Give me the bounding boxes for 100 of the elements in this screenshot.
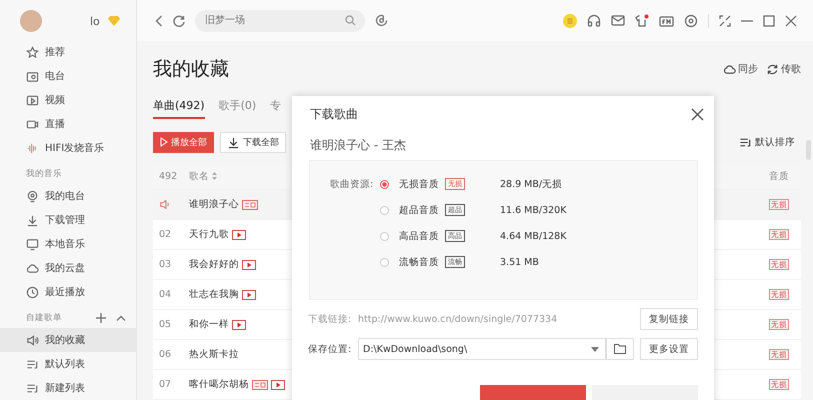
scrollbar[interactable] [806, 140, 811, 160]
track-number: 03 [159, 259, 172, 270]
track-number: 04 [159, 289, 172, 300]
list-icon [26, 382, 39, 394]
play-all-button[interactable]: 播放全部 [153, 132, 214, 152]
radio-button[interactable] [380, 180, 389, 188]
sidebar-item[interactable]: 默认列表 [0, 352, 136, 376]
option-label[interactable]: 流畅音质 [399, 256, 445, 268]
mv-icon[interactable] [242, 260, 256, 270]
song-title: 和你一样 [189, 318, 229, 331]
close-icon[interactable] [785, 14, 797, 26]
mv-icon[interactable] [242, 290, 256, 300]
wave-icon [26, 142, 39, 154]
file-size: 28.9 MB/无损 [500, 178, 562, 190]
monitor-icon [26, 238, 39, 250]
track-number: 05 [159, 319, 172, 330]
column-header: 492 [158, 170, 178, 182]
radio-button[interactable] [380, 232, 389, 240]
track-number: 02 [159, 229, 172, 240]
sidebar-item[interactable]: 新建列表 [0, 376, 136, 400]
sidebar-item[interactable]: 推荐 [0, 40, 136, 64]
tab[interactable]: 单曲(492) [153, 97, 205, 119]
download-icon [26, 214, 39, 226]
fm-icon[interactable] [659, 14, 674, 26]
cloud-icon [26, 262, 39, 274]
music-recognition-icon[interactable] [375, 14, 388, 27]
song-title: 喀什噶尔胡杨 [189, 378, 249, 391]
sort-button[interactable]: 默认排序 [733, 134, 801, 150]
song-title: 热火斯卡拉 [189, 348, 239, 361]
section-title: 自建歌单 [26, 312, 63, 324]
dialog-title: 下载歌曲 [310, 106, 358, 122]
folder-icon [614, 344, 626, 354]
plus-icon[interactable] [96, 313, 106, 323]
header-action[interactable]: 传歌 [758, 62, 801, 76]
cloud-icon [723, 62, 736, 76]
option-label[interactable]: 超品音质 [399, 204, 445, 216]
section-title: 我的音乐 [26, 168, 63, 180]
video-icon [26, 94, 39, 106]
radio-icon [26, 70, 39, 82]
field-label: 歌曲资源: [330, 178, 374, 192]
search-field[interactable]: 旧梦一场 [195, 10, 365, 32]
mv-icon[interactable] [232, 230, 246, 240]
radio-button[interactable] [380, 258, 389, 266]
sidebar-item[interactable]: 本地音乐 [0, 232, 136, 256]
file-size: 11.6 MB/320K [500, 204, 566, 216]
song-title: 我会好好的 [189, 258, 239, 271]
star-icon [26, 46, 39, 58]
sidebar-item[interactable]: 视频 [0, 88, 136, 112]
clock-icon [26, 286, 39, 298]
play-icon [160, 137, 168, 147]
close-icon[interactable] [691, 108, 704, 120]
field-label: 保存位置: [308, 342, 352, 356]
collapse-icon[interactable] [116, 315, 126, 321]
pin-icon [26, 190, 39, 202]
refresh-icon[interactable] [173, 14, 185, 26]
headphones-icon[interactable] [587, 14, 601, 27]
option-label[interactable]: 高品音质 [399, 230, 445, 242]
mini-mode-icon[interactable] [719, 14, 731, 26]
sidebar-item[interactable]: 直播 [0, 112, 136, 136]
track-number: 06 [159, 349, 172, 360]
song-title: 谁明浪子心 [189, 198, 239, 211]
camera-icon [26, 118, 39, 130]
speaker-icon [159, 199, 171, 210]
radio-button[interactable] [380, 206, 389, 214]
track-number: 07 [159, 379, 172, 390]
list-icon [739, 136, 752, 148]
page-title: 我的收藏 [153, 57, 229, 82]
maximize-icon[interactable] [763, 14, 775, 26]
copy-link-button[interactable]: 复制链接 [640, 308, 698, 330]
header-action[interactable]: 同步 [715, 62, 758, 76]
mv-icon[interactable] [271, 380, 285, 390]
sidebar-item[interactable]: 我的云盘 [0, 256, 136, 280]
sidebar-item[interactable]: 我的收藏 [0, 328, 136, 352]
song-title: 天行九歌 [189, 228, 229, 241]
sidebar-item[interactable]: 下载管理 [0, 208, 136, 232]
download-all-button[interactable]: 下载全部 [220, 132, 286, 152]
download-icon [227, 136, 240, 148]
mail-icon[interactable] [611, 15, 625, 26]
more-settings-button[interactable]: 更多设置 [640, 338, 698, 360]
dropdown-icon [591, 346, 599, 352]
disc-icon[interactable] [684, 14, 698, 28]
sidebar-item[interactable]: HIFI发烧音乐 [0, 136, 136, 160]
column-header: 音质 [769, 170, 790, 182]
mv-icon[interactable] [232, 320, 246, 330]
option-label[interactable]: 无损音质 [399, 178, 445, 190]
shirt-icon[interactable] [635, 14, 649, 27]
file-size: 3.51 MB [500, 256, 539, 268]
sidebar-item[interactable]: 电台 [0, 64, 136, 88]
song-title: 壮志在我胸 [189, 288, 239, 301]
sidebar-item[interactable]: 最近播放 [0, 280, 136, 304]
song-name: 谁明浪子心 - 王杰 [309, 137, 407, 154]
save-path-select[interactable]: D:\KwDownload\song\ [358, 338, 606, 360]
back-icon[interactable] [155, 14, 163, 26]
browse-folder-button[interactable] [606, 338, 634, 360]
coin-icon[interactable] [563, 14, 577, 28]
user-name: lo [90, 14, 100, 28]
sync-icon [766, 62, 779, 76]
file-size: 4.64 MB/128K [500, 230, 566, 242]
speaker-icon [26, 334, 39, 346]
sidebar-item[interactable]: 我的电台 [0, 184, 136, 208]
